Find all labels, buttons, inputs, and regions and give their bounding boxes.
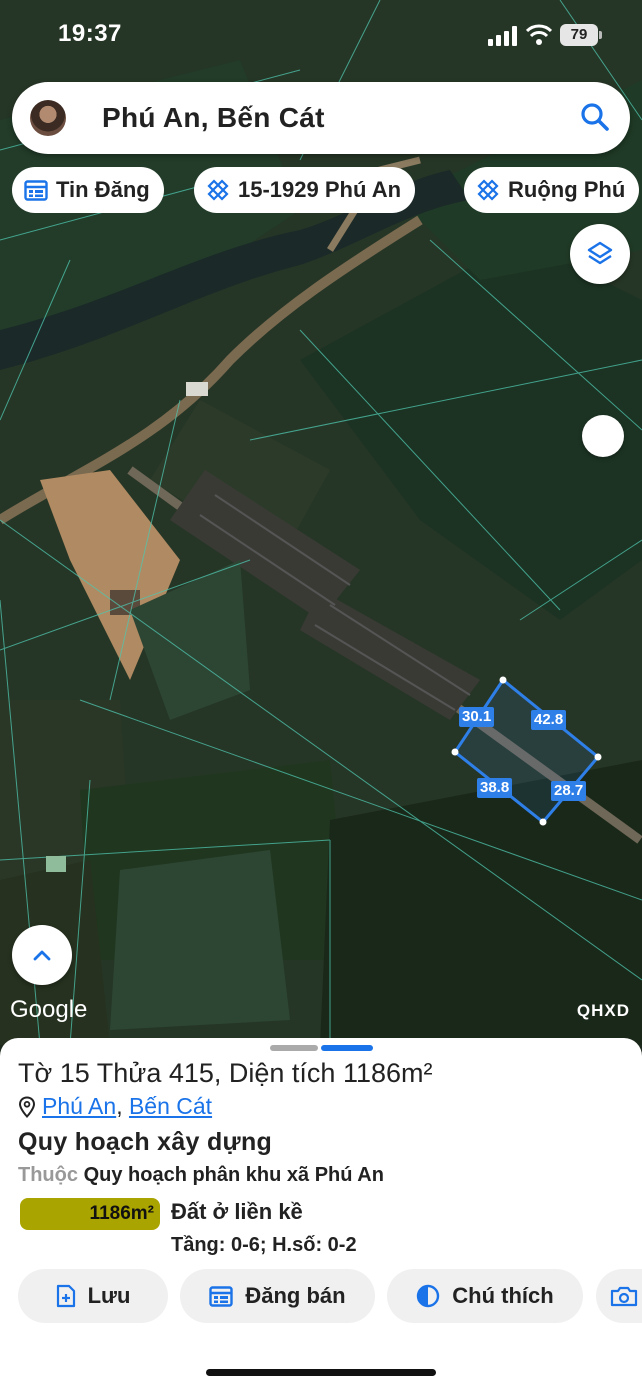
plan-name: Thuộc Quy hoạch phân khu xã Phú An	[18, 1164, 384, 1187]
dimension-label: 38.8	[477, 778, 513, 798]
location-separator: ,	[116, 1093, 123, 1119]
add-photo-icon	[610, 1286, 638, 1307]
save-button[interactable]: Lưu	[18, 1269, 168, 1323]
avatar[interactable]	[30, 100, 66, 136]
post-label: Đăng bán	[245, 1283, 346, 1308]
parcel-title: Tờ 15 Thửa 415, Diện tích 1186m²	[18, 1058, 433, 1088]
wifi-icon	[526, 24, 552, 45]
sheet-page-indicator	[321, 1045, 373, 1051]
google-attribution: Google	[10, 996, 88, 1023]
ward-link[interactable]: Phú An	[42, 1093, 116, 1119]
location-pin-icon	[18, 1095, 36, 1118]
chip-label: Ruộng Phú	[508, 177, 626, 202]
chip-tin-dang[interactable]: Tin Đăng	[12, 167, 164, 213]
search-bar[interactable]: Phú An, Bến Cát	[12, 82, 630, 154]
parcel-location: Phú An, Bến Cát	[18, 1093, 212, 1120]
plan-heading: Quy hoạch xây dựng	[18, 1128, 273, 1156]
search-query[interactable]: Phú An, Bến Cát	[102, 102, 325, 134]
legend-label: Chú thích	[452, 1283, 554, 1308]
slider-knob[interactable]	[582, 415, 624, 457]
district-link[interactable]: Bến Cát	[129, 1093, 212, 1119]
search-icon[interactable]	[580, 102, 610, 132]
chip-label: 15-1929 Phú An	[238, 177, 402, 202]
status-time: 19:37	[58, 20, 122, 47]
status-bar: 19:37 79	[0, 0, 642, 72]
plan-name-text: Quy hoạch phân khu xã Phú An	[83, 1164, 384, 1186]
land-use-type: Đất ở liền kề	[171, 1199, 303, 1224]
calendar-icon	[24, 180, 48, 201]
dimension-label: 42.8	[531, 710, 567, 730]
legend-button[interactable]: Chú thích	[387, 1269, 583, 1323]
add-document-icon	[56, 1284, 75, 1308]
dimension-label: 28.7	[551, 781, 587, 801]
layers-button[interactable]	[570, 224, 630, 284]
plan-tool-icon	[477, 179, 499, 201]
map-imagery	[0, 0, 642, 1045]
chip-label: Tin Đăng	[56, 177, 150, 202]
expand-up-button[interactable]	[12, 925, 72, 985]
chevron-up-icon	[33, 950, 51, 961]
cellular-signal-icon	[488, 26, 517, 46]
calendar-icon	[209, 1286, 234, 1307]
camera-button[interactable]	[596, 1269, 642, 1323]
area-bar: 1186m²	[20, 1198, 160, 1230]
layers-icon	[587, 241, 613, 265]
save-label: Lưu	[87, 1283, 131, 1308]
dimension-label: 30.1	[459, 707, 495, 727]
plan-tool-icon	[207, 179, 229, 201]
floors-coefficient: Tầng: 0-6; H.số: 0-2	[171, 1234, 357, 1256]
home-indicator[interactable]	[206, 1369, 436, 1376]
post-for-sale-button[interactable]: Đăng bán	[180, 1269, 375, 1323]
battery-icon	[599, 31, 602, 39]
layer-badge: QHXD	[576, 1001, 630, 1020]
chip-ruong-phu[interactable]: Ruộng Phú	[464, 167, 640, 213]
plan-prefix: Thuộc	[18, 1164, 78, 1186]
parcel-info-sheet: Tờ 15 Thửa 415, Diện tích 1186m² Phú An,…	[0, 1038, 642, 1389]
sheet-handle[interactable]	[270, 1045, 318, 1051]
contrast-icon	[417, 1284, 440, 1308]
satellite-map[interactable]: 30.1 42.8 38.8 28.7 19:37 79 Phú An, Bến…	[0, 0, 642, 1045]
chip-15-1929-phu-an[interactable]: 15-1929 Phú An	[194, 167, 416, 213]
battery-level: 79	[560, 24, 598, 46]
